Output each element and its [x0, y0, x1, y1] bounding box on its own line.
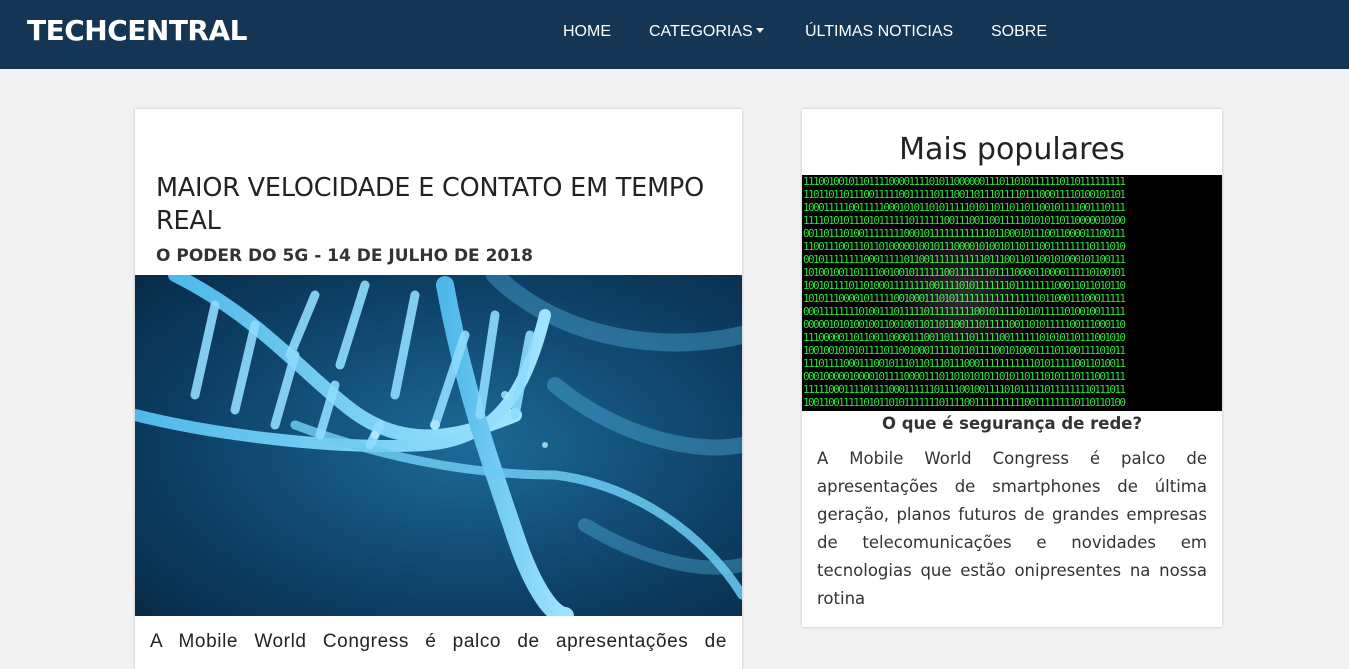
binary-digits: 1110010010110111100001111010110000001110… — [803, 175, 1126, 411]
popular-heading: Mais populares — [899, 132, 1125, 167]
nav-latest-news-link[interactable]: ÚLTIMAS NOTICIAS — [805, 22, 953, 42]
top-navbar: TECHCENTRAL HOME CATEGORIAS ÚLTIMAS NOTI… — [0, 0, 1349, 69]
binary-code-image: 1110010010110111100001111010110000001110… — [802, 175, 1222, 411]
popular-article-text: A Mobile World Congress é palco de apres… — [817, 449, 1207, 608]
nav-about-link[interactable]: SOBRE — [991, 22, 1047, 42]
nav-categories-label: CATEGORIAS — [649, 23, 753, 40]
caret-down-icon — [755, 28, 764, 33]
main-article-text: A Mobile World Congress é palco de apres… — [150, 631, 727, 652]
dna-helix-image — [135, 275, 742, 616]
main-article-title[interactable]: MAIOR VELOCIDADE E CONTATO EM TEMPO REAL — [156, 172, 736, 238]
popular-sidebar-card: Mais populares 1110010010110111100001111… — [802, 109, 1222, 627]
nav-categories-dropdown[interactable]: CATEGORIAS — [649, 22, 764, 42]
brand-logo[interactable]: TECHCENTRAL — [27, 13, 248, 49]
nav-home-link[interactable]: HOME — [563, 22, 611, 42]
main-article-card: MAIOR VELOCIDADE E CONTATO EM TEMPO REAL… — [135, 109, 742, 669]
popular-article-title[interactable]: O que é segurança de rede? — [802, 412, 1222, 436]
main-article-subtitle: O PODER DO 5G - 14 DE JULHO DE 2018 — [156, 246, 533, 266]
